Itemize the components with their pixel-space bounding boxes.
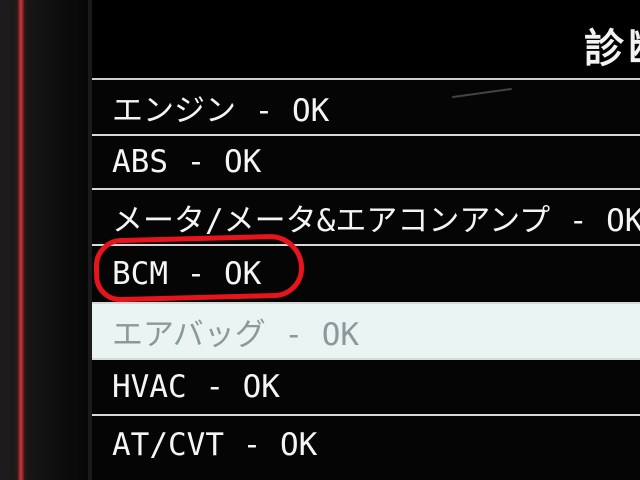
device-red-trim xyxy=(18,0,24,480)
list-item-label: エンジン - OK xyxy=(112,92,330,129)
list-item-label: AT/CVT - OK xyxy=(112,427,318,463)
list-item-hvac[interactable]: HVAC - OK xyxy=(92,358,640,414)
title-bar: 診断 xyxy=(92,0,640,78)
list-item-label: メータ/メータ&エアコンアンプ - OK xyxy=(112,202,640,239)
list-item-label: HVAC - OK xyxy=(112,369,280,405)
list-item-airbag-selected[interactable]: エアバッグ - OK xyxy=(92,302,640,358)
list-item-abs[interactable]: ABS - OK xyxy=(92,134,640,188)
red-annotation-circle xyxy=(93,233,305,303)
list-item-meter-ac-amp[interactable]: メータ/メータ&エアコンアンプ - OK xyxy=(92,188,640,244)
device-bezel xyxy=(0,0,92,480)
list-item-engine[interactable]: エンジン - OK xyxy=(92,78,640,134)
list-item-at-cvt[interactable]: AT/CVT - OK xyxy=(92,414,640,474)
photo-of-diagnostic-screen: 診断 エンジン - OK ABS - OK メータ/メータ&エアコンアンプ - … xyxy=(0,0,640,480)
list-item-label: ABS - OK xyxy=(112,144,262,180)
list-item-label: エアバッグ - OK xyxy=(112,316,360,353)
screen-title: 診断 xyxy=(584,26,640,72)
